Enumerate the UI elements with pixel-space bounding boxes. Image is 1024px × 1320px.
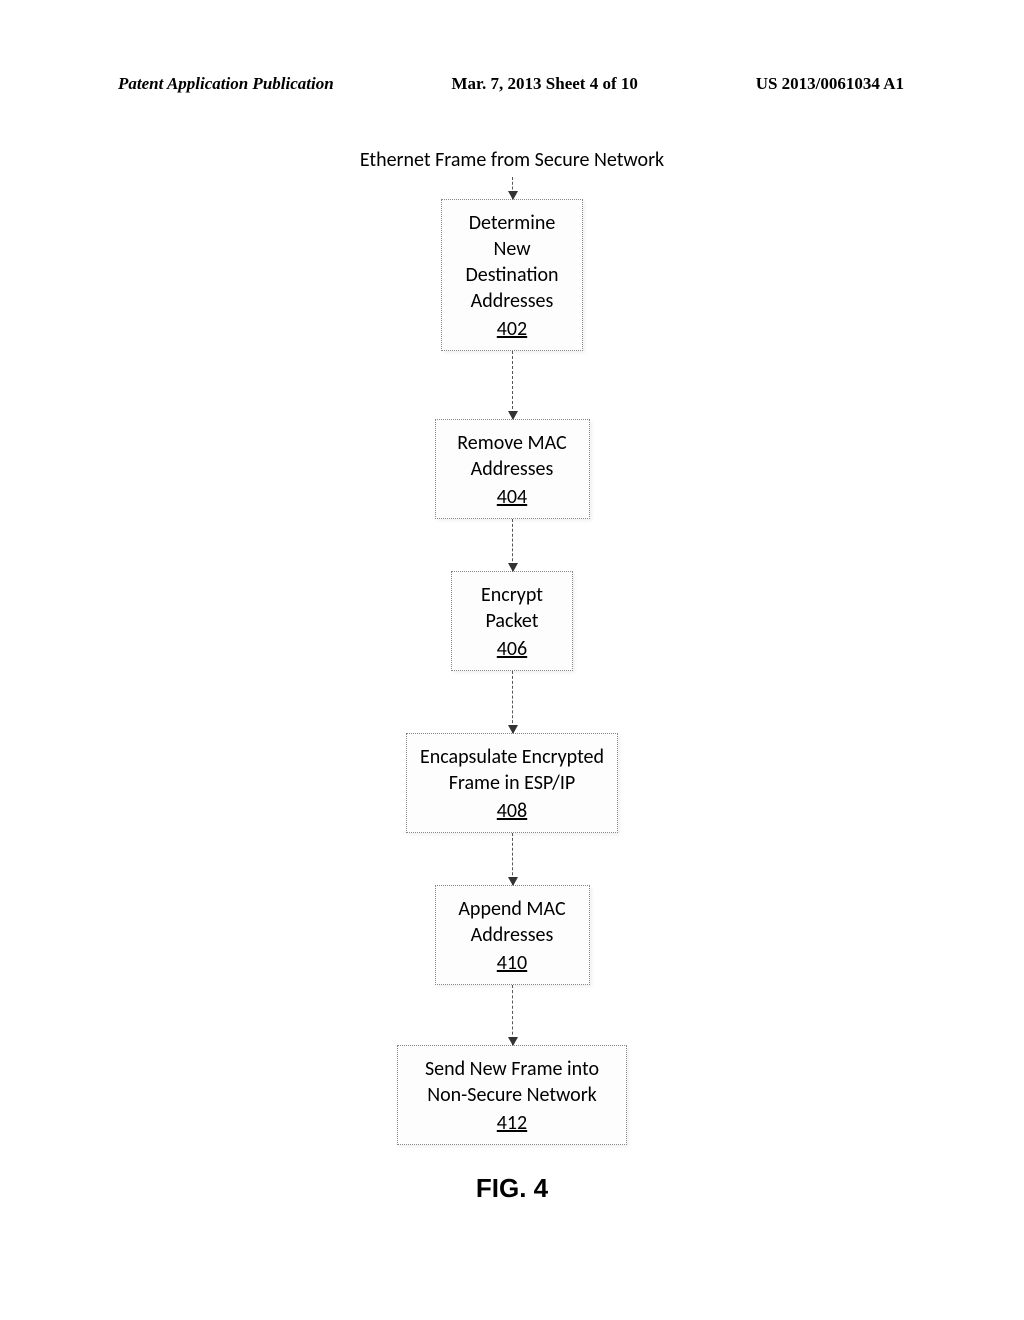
step-408: Encapsulate Encrypted Frame in ESP/IP 40… xyxy=(406,733,618,833)
arrow-icon xyxy=(512,833,513,885)
step-406: Encrypt Packet 406 xyxy=(451,571,573,671)
arrow-icon xyxy=(512,985,513,1045)
step-ref: 402 xyxy=(497,316,527,342)
header-pub-number: US 2013/0061034 A1 xyxy=(756,74,904,94)
step-410: Append MAC Addresses 410 xyxy=(435,885,590,985)
step-ref: 406 xyxy=(497,636,527,662)
step-412: Send New Frame into Non-Secure Network 4… xyxy=(397,1045,627,1145)
step-text: Determine New Destination Addresses xyxy=(454,210,570,314)
arrow-icon xyxy=(512,351,513,419)
flowchart: Ethernet Frame from Secure Network Deter… xyxy=(0,148,1024,1204)
step-text: Remove MAC Addresses xyxy=(448,430,577,482)
step-ref: 412 xyxy=(497,1110,527,1136)
step-ref: 404 xyxy=(497,484,527,510)
page-header: Patent Application Publication Mar. 7, 2… xyxy=(0,74,1024,94)
figure-label: FIG. 4 xyxy=(476,1173,548,1204)
step-text: Encapsulate Encrypted Frame in ESP/IP xyxy=(419,744,605,796)
arrow-icon xyxy=(512,177,513,199)
step-ref: 408 xyxy=(497,798,527,824)
step-ref: 410 xyxy=(497,950,527,976)
step-text: Send New Frame into Non-Secure Network xyxy=(410,1056,614,1108)
step-text: Encrypt Packet xyxy=(464,582,560,634)
step-402: Determine New Destination Addresses 402 xyxy=(441,199,583,351)
header-date-sheet: Mar. 7, 2013 Sheet 4 of 10 xyxy=(452,74,638,94)
arrow-icon xyxy=(512,519,513,571)
step-404: Remove MAC Addresses 404 xyxy=(435,419,590,519)
header-publication: Patent Application Publication xyxy=(118,74,334,94)
arrow-icon xyxy=(512,671,513,733)
step-text: Append MAC Addresses xyxy=(448,896,577,948)
flow-input-label: Ethernet Frame from Secure Network xyxy=(360,148,664,173)
